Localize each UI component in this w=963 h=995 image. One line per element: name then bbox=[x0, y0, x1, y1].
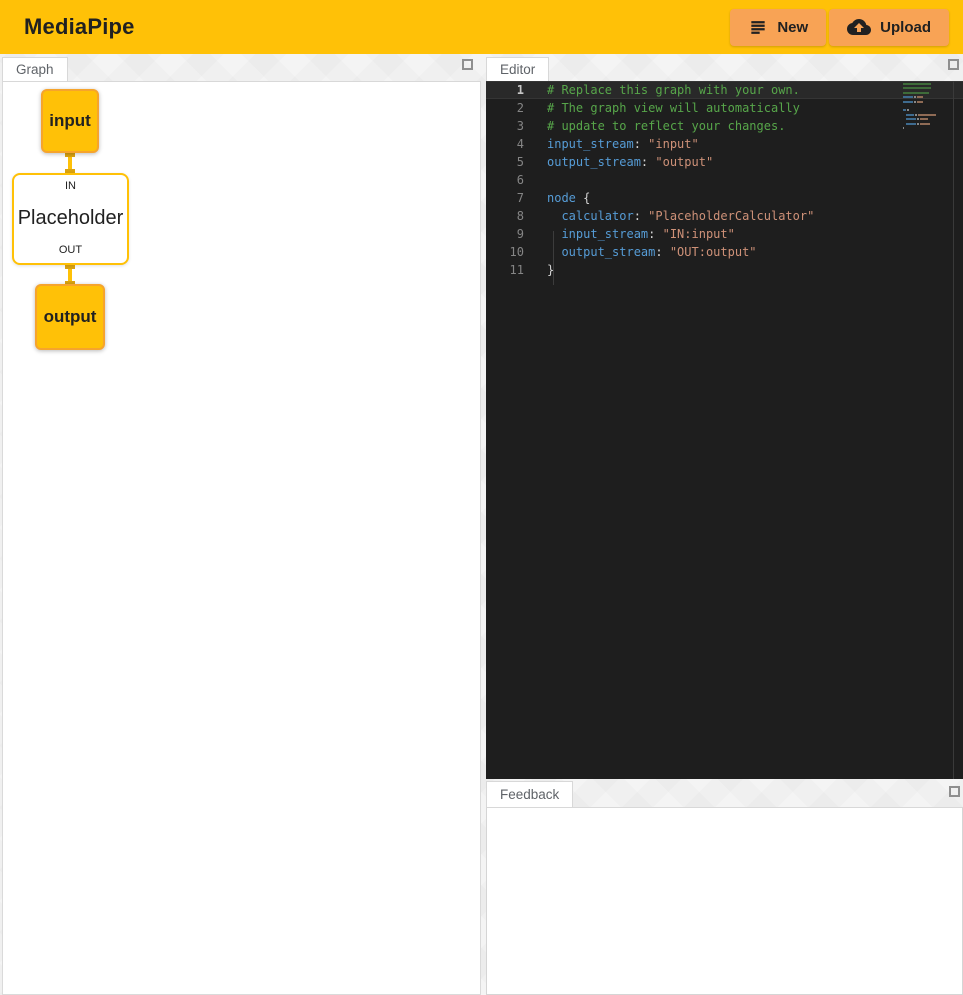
code-line-text: node { bbox=[547, 189, 590, 207]
code-line[interactable]: 6 bbox=[486, 171, 963, 189]
indent-guide bbox=[553, 231, 554, 285]
line-number: 3 bbox=[486, 117, 524, 135]
editor-tabstrip: Editor bbox=[486, 57, 963, 81]
line-number: 1 bbox=[486, 81, 524, 99]
code-line-text: calculator: "PlaceholderCalculator" bbox=[547, 207, 814, 225]
header-buttons: New Upload bbox=[730, 9, 949, 46]
graph-node-placeholder[interactable]: IN Placeholder OUT bbox=[12, 173, 129, 265]
output-node-label: output bbox=[44, 307, 97, 327]
graph-tabstrip: Graph bbox=[2, 57, 481, 81]
code-line[interactable]: 1 # Replace this graph with your own. bbox=[486, 81, 963, 99]
code-line-text: output_stream: "OUT:output" bbox=[547, 243, 757, 261]
graph-canvas[interactable]: input IN Placeholder OUT output bbox=[2, 81, 481, 995]
code-line-text: # update to reflect your changes. bbox=[547, 117, 785, 135]
graph-node-input[interactable]: input bbox=[41, 89, 99, 153]
cloud-upload-icon bbox=[847, 15, 871, 39]
new-button[interactable]: New bbox=[730, 9, 826, 46]
upload-button-label: Upload bbox=[880, 19, 931, 36]
code-line[interactable]: 2 # The graph view will automatically bbox=[486, 99, 963, 117]
code-line[interactable]: 11} bbox=[486, 261, 963, 279]
feedback-maximize-icon[interactable] bbox=[949, 786, 960, 797]
graph-tab-label: Graph bbox=[16, 62, 54, 77]
app-title: MediaPipe bbox=[24, 14, 135, 40]
editor-maximize-icon[interactable] bbox=[948, 59, 959, 70]
tab-feedback[interactable]: Feedback bbox=[486, 781, 573, 807]
line-number: 6 bbox=[486, 171, 524, 189]
code-line[interactable]: 5 output_stream: "output" bbox=[486, 153, 963, 171]
line-number: 10 bbox=[486, 243, 524, 261]
feedback-content bbox=[486, 807, 963, 995]
code-line-text: output_stream: "output" bbox=[547, 153, 713, 171]
upload-button[interactable]: Upload bbox=[829, 9, 949, 46]
code-editor[interactable]: 1 # Replace this graph with your own. 2 # T… bbox=[486, 81, 963, 779]
new-graph-icon bbox=[748, 17, 768, 37]
code-line-text: input_stream: "input" bbox=[547, 135, 699, 153]
graph-node-output[interactable]: output bbox=[35, 284, 105, 350]
editor-minimap[interactable] bbox=[903, 83, 943, 131]
code-line-text: # The graph view will automatically bbox=[547, 99, 800, 117]
graph-maximize-icon[interactable] bbox=[462, 59, 473, 70]
code-line[interactable]: 4 input_stream: "input" bbox=[486, 135, 963, 153]
line-number: 2 bbox=[486, 99, 524, 117]
code-line-text: # Replace this graph with your own. bbox=[547, 81, 800, 99]
overview-ruler bbox=[953, 81, 954, 779]
line-number: 9 bbox=[486, 225, 524, 243]
line-number: 5 bbox=[486, 153, 524, 171]
feedback-tabstrip: Feedback bbox=[486, 781, 963, 807]
tab-graph[interactable]: Graph bbox=[2, 57, 68, 81]
calc-out-port-label: OUT bbox=[59, 244, 82, 256]
new-button-label: New bbox=[777, 19, 808, 36]
calc-node-title: Placeholder bbox=[18, 207, 124, 230]
line-number: 8 bbox=[486, 207, 524, 225]
editor-tab-label: Editor bbox=[500, 62, 535, 77]
calc-in-port-label: IN bbox=[65, 180, 76, 192]
code-line[interactable]: 3 # update to reflect your changes. bbox=[486, 117, 963, 135]
line-number: 7 bbox=[486, 189, 524, 207]
editor-code-lines: 1 # Replace this graph with your own. 2 # T… bbox=[486, 81, 963, 279]
line-number: 4 bbox=[486, 135, 524, 153]
line-number: 11 bbox=[486, 261, 524, 279]
tab-editor[interactable]: Editor bbox=[486, 57, 549, 81]
input-node-label: input bbox=[49, 111, 91, 131]
code-line[interactable]: 10 output_stream: "OUT:output" bbox=[486, 243, 963, 261]
code-line-text: input_stream: "IN:input" bbox=[547, 225, 735, 243]
feedback-tab-label: Feedback bbox=[500, 787, 559, 802]
code-line[interactable]: 8 calculator: "PlaceholderCalculator" bbox=[486, 207, 963, 225]
app-header: MediaPipe New Upload bbox=[0, 0, 963, 54]
code-line[interactable]: 7 node { bbox=[486, 189, 963, 207]
code-line[interactable]: 9 input_stream: "IN:input" bbox=[486, 225, 963, 243]
